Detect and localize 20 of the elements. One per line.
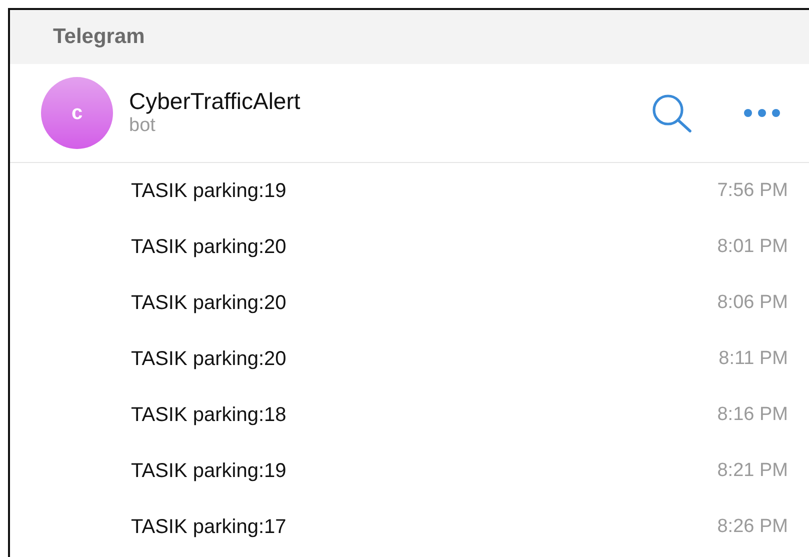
chat-name: CyberTrafficAlert (129, 88, 300, 116)
avatar: c (41, 77, 113, 149)
message-text: TASIK parking:19 (131, 459, 286, 484)
chat-subtitle: bot (129, 115, 156, 138)
message-text: TASIK parking:18 (131, 403, 286, 428)
message-time: 8:21 PM (717, 458, 788, 483)
message-text: TASIK parking:20 (131, 347, 286, 372)
message-time: 8:26 PM (717, 514, 788, 539)
message-text: TASIK parking:19 (131, 179, 286, 204)
message-time: 8:06 PM (717, 290, 788, 315)
search-icon[interactable] (651, 93, 693, 133)
message-time: 8:16 PM (717, 402, 788, 427)
window-title: Telegram (53, 24, 145, 50)
message-text: TASIK parking:20 (131, 235, 286, 260)
message-text: TASIK parking:17 (131, 515, 286, 540)
message-text: TASIK parking:20 (131, 291, 286, 316)
more-icon[interactable] (743, 108, 781, 118)
message-time: 8:01 PM (717, 234, 788, 259)
message-time: 7:56 PM (717, 178, 788, 203)
message-time: 8:11 PM (718, 346, 788, 371)
